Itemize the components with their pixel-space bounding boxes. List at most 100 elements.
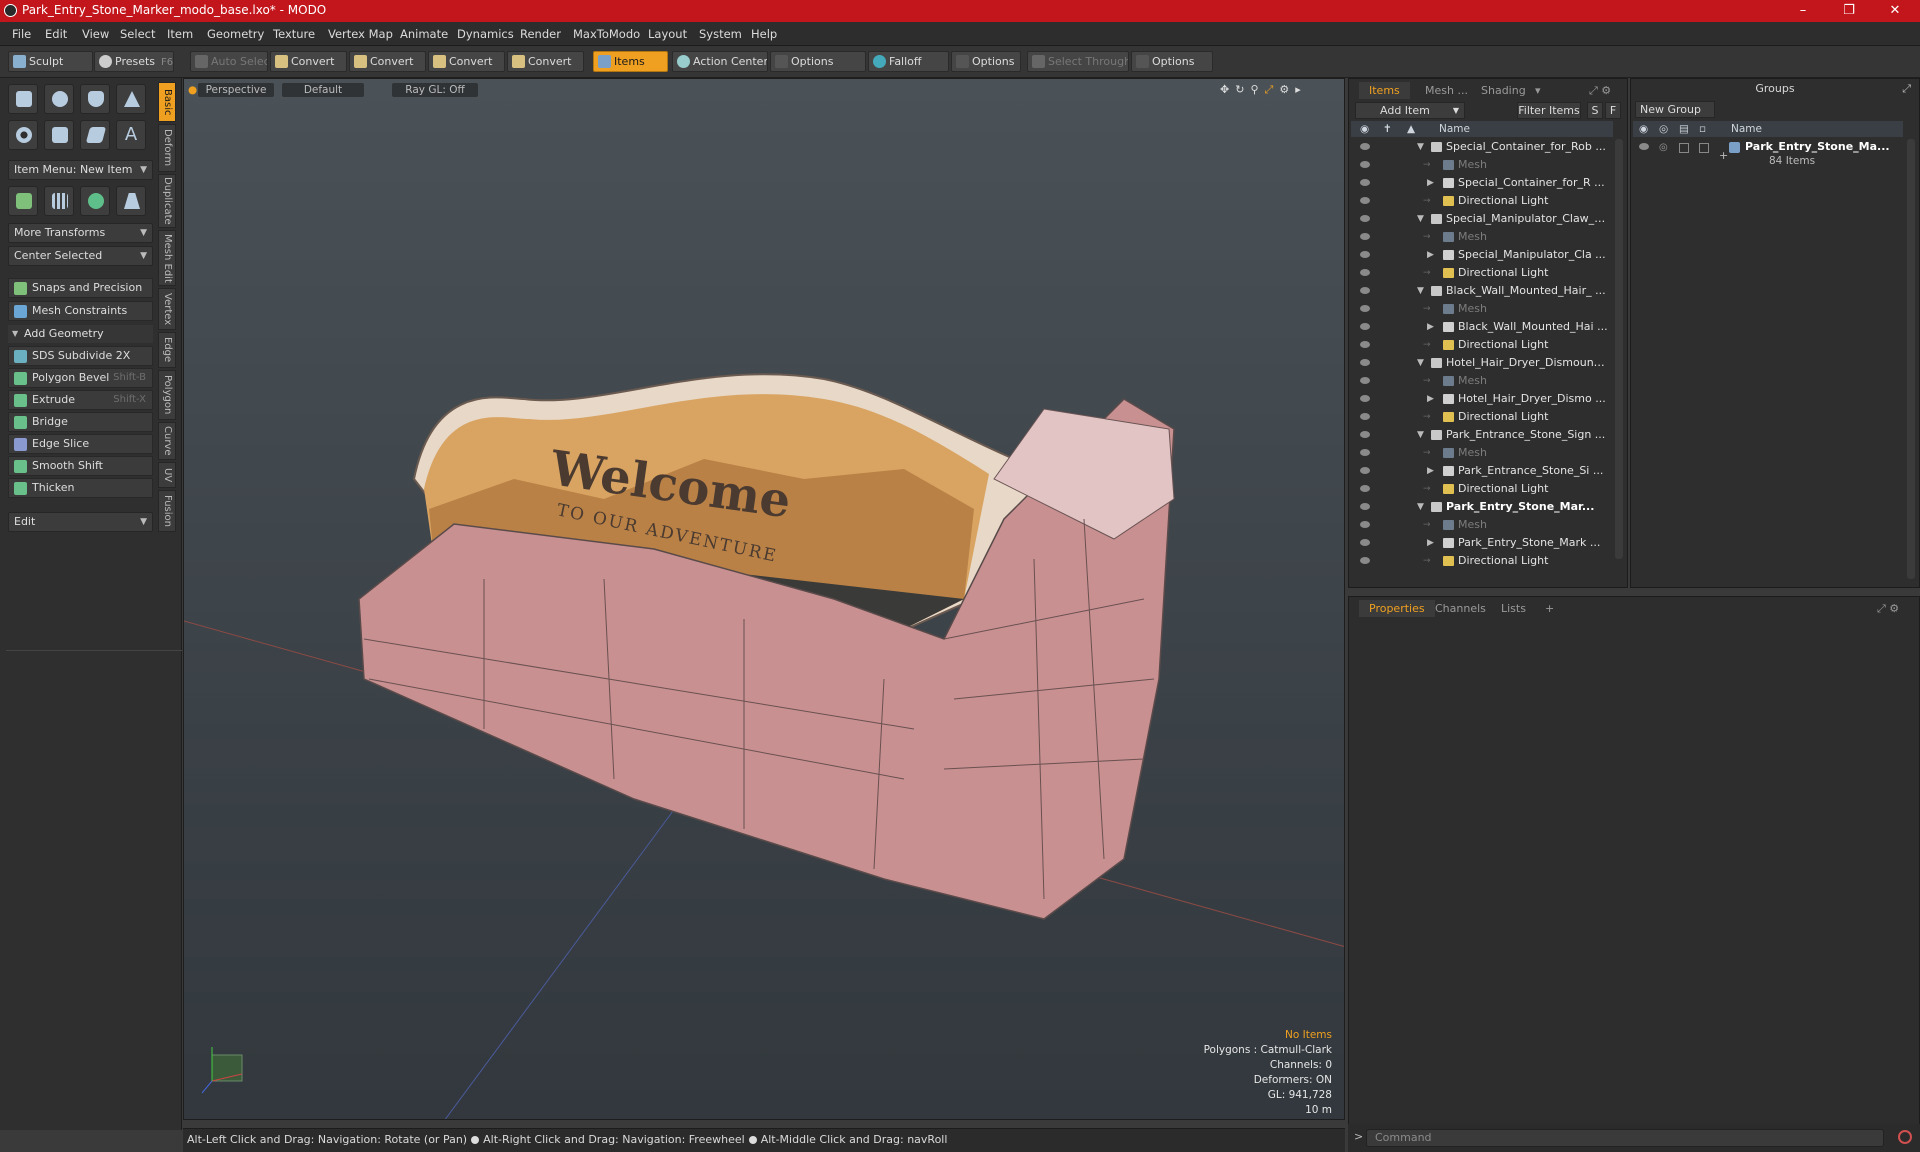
mesh-row[interactable]: → Mesh [1351, 300, 1615, 318]
tab-polygon[interactable]: Polygon [158, 370, 176, 420]
eye-icon[interactable] [1360, 143, 1370, 150]
record-icon[interactable] [1898, 1130, 1912, 1144]
menu-file[interactable]: File [12, 27, 31, 41]
tab-uv[interactable]: UV [158, 462, 176, 488]
pen-tool[interactable] [80, 120, 110, 150]
name-column[interactable]: Name [1439, 121, 1470, 137]
sphere-tool[interactable] [44, 84, 74, 114]
eye-icon[interactable] [1360, 305, 1370, 312]
menu-select[interactable]: Select [120, 27, 155, 41]
tab-vertex[interactable]: Vertex [158, 288, 176, 330]
menu-edit[interactable]: Edit [45, 27, 67, 41]
eye-icon[interactable] [1360, 179, 1370, 186]
eye-icon[interactable] [1360, 449, 1370, 456]
edit-dropdown[interactable]: Edit ▼ [8, 512, 153, 532]
light-row[interactable]: → Directional Light [1351, 552, 1615, 570]
tube-tool[interactable] [44, 120, 74, 150]
sds-subdivide-button[interactable]: SDS Subdivide 2X [8, 346, 153, 366]
expand-icon[interactable]: ▶ [1427, 534, 1434, 552]
cone-tool[interactable] [116, 84, 146, 114]
scene-group-row[interactable]: ▼ Park_Entrance_Stone_Sign ... [1351, 426, 1615, 444]
collapse-icon[interactable]: ▼ [1417, 210, 1424, 228]
expand-icon[interactable]: ▶ [1427, 390, 1434, 408]
select-toggle-icon[interactable] [1699, 143, 1709, 153]
snaps-precision-button[interactable]: Snaps and Precision [8, 278, 153, 298]
falloff-button[interactable]: Falloff [868, 51, 949, 72]
convert-button-2[interactable]: Convert [349, 51, 426, 72]
center-selected-dropdown[interactable]: Center Selected ▼ [8, 246, 153, 266]
light-row[interactable]: → Directional Light [1351, 192, 1615, 210]
action-center-button[interactable]: Action Center [672, 51, 768, 72]
add-geometry-header[interactable]: ▼ Add Geometry [8, 325, 153, 343]
plane-tool[interactable] [116, 186, 146, 216]
item-row[interactable]: ▶ Park_Entrance_Stone_Si ... [1351, 462, 1615, 480]
collapse-icon[interactable]: ▼ [1417, 498, 1424, 516]
options-button-2[interactable]: Options [951, 51, 1021, 72]
eye-icon[interactable] [1360, 395, 1370, 402]
tab-basic[interactable]: Basic [158, 82, 176, 122]
item-row[interactable]: ▶ Park_Entry_Stone_Mark ... [1351, 534, 1615, 552]
new-group-button[interactable]: New Group [1635, 101, 1715, 118]
edge-slice-button[interactable]: Edge Slice [8, 434, 153, 454]
cylinder-tool[interactable] [80, 84, 110, 114]
tab-fusion[interactable]: Fusion [158, 490, 176, 532]
groups-scrollbar[interactable] [1907, 139, 1915, 579]
expand-icon[interactable]: ▶ [1427, 318, 1434, 336]
item-row[interactable]: ▶ Special_Container_for_R ... [1351, 174, 1615, 192]
grid-tool[interactable] [44, 186, 74, 216]
menu-maxtomodo[interactable]: MaxToModo [573, 27, 640, 41]
group-row[interactable]: ◎ + Park_Entry_Stone_Ma... 84 Items [1633, 139, 1903, 173]
scene-group-row[interactable]: ▼ Hotel_Hair_Dryer_Dismount... [1351, 354, 1615, 372]
tab-curve[interactable]: Curve [158, 422, 176, 460]
tab-mesh-edit[interactable]: Mesh Edit [158, 230, 176, 286]
item-row[interactable]: ▶ Black_Wall_Mounted_Hai ... [1351, 318, 1615, 336]
auto-select-button[interactable]: Auto Select [190, 51, 268, 72]
light-row[interactable]: → Directional Light [1351, 408, 1615, 426]
extrude-button[interactable]: Extrude Shift-X [8, 390, 153, 410]
menu-render[interactable]: Render [520, 27, 561, 41]
options-button-3[interactable]: Options [1131, 51, 1213, 72]
options-button-1[interactable]: Options [770, 51, 866, 72]
eye-icon[interactable] [1360, 431, 1370, 438]
item-row[interactable]: ▶ Hotel_Hair_Dryer_Dismo ... [1351, 390, 1615, 408]
items-scrollbar[interactable] [1615, 139, 1623, 559]
select-through-button[interactable]: Select Through [1027, 51, 1129, 72]
groups-name-column[interactable]: Name [1731, 121, 1762, 137]
eye-icon[interactable] [1360, 197, 1370, 204]
props-expand-icon[interactable]: ⤢ ⚙ [1877, 600, 1899, 617]
close-button[interactable]: ✕ [1872, 0, 1918, 22]
tabs-menu-icon[interactable]: ▾ [1535, 82, 1541, 99]
filter-items-button[interactable]: Filter Items [1517, 102, 1581, 119]
text-tool[interactable]: A [116, 120, 146, 150]
expand-icon[interactable]: ▶ [1427, 174, 1434, 192]
scene-group-row[interactable]: ▼ Special_Container_for_Rob ... [1351, 138, 1615, 156]
mesh-row[interactable]: → Mesh [1351, 156, 1615, 174]
eye-icon[interactable] [1360, 269, 1370, 276]
torus-tool[interactable] [8, 120, 38, 150]
more-transforms-dropdown[interactable]: More Transforms ▼ [8, 223, 153, 243]
collapse-icon[interactable]: ▼ [1417, 354, 1424, 372]
eye-icon[interactable] [1360, 521, 1370, 528]
polygon-bevel-button[interactable]: Polygon Bevel Shift-B [8, 368, 153, 388]
sculpt-button[interactable]: Sculpt [8, 51, 93, 72]
expand-icon[interactable]: ▶ [1427, 246, 1434, 264]
menu-animate[interactable]: Animate [400, 27, 448, 41]
globe-tool[interactable] [80, 186, 110, 216]
item-menu-dropdown[interactable]: Item Menu: New Item ▼ [8, 160, 153, 180]
light-row[interactable]: → Directional Light [1351, 480, 1615, 498]
eye-icon[interactable] [1360, 557, 1370, 564]
light-row[interactable]: → Directional Light [1351, 264, 1615, 282]
smooth-shift-button[interactable]: Smooth Shift [8, 456, 153, 476]
scene-group-row[interactable]: ▼ Special_Manipulator_Claw_ ... [1351, 210, 1615, 228]
eye-icon[interactable] [1639, 143, 1649, 150]
eye-icon[interactable] [1360, 251, 1370, 258]
menu-vertex-map[interactable]: Vertex Map [328, 27, 393, 41]
mesh-row[interactable]: → Mesh [1351, 516, 1615, 534]
collapse-icon[interactable]: ▼ [1417, 138, 1424, 156]
tab-properties[interactable]: Properties [1359, 600, 1435, 617]
mesh-row[interactable]: → Mesh [1351, 372, 1615, 390]
menu-view[interactable]: View [82, 27, 109, 41]
tab-shading[interactable]: Shading [1481, 82, 1526, 99]
items-mode-button[interactable]: Items [593, 51, 668, 72]
expand-icon[interactable]: ▶ [1427, 462, 1434, 480]
